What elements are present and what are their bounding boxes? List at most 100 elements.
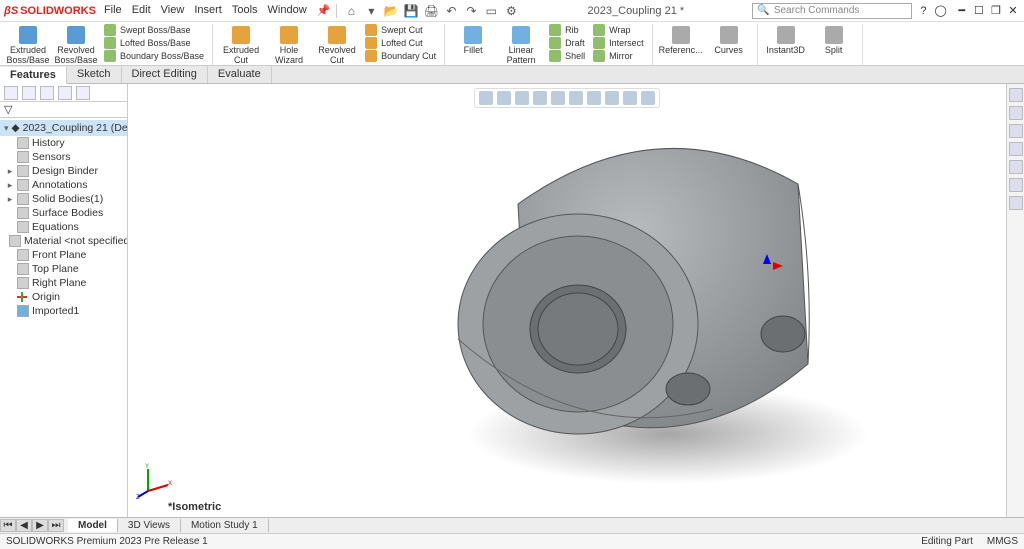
bottom-tab-3dviews[interactable]: 3D Views — [118, 519, 181, 532]
fm-tab-display-icon[interactable] — [76, 86, 90, 100]
home-icon[interactable]: ⌂ — [343, 3, 359, 19]
zoom-fit-icon[interactable] — [479, 91, 493, 105]
options-icon[interactable]: ⚙ — [503, 3, 519, 19]
nav-next-icon[interactable]: ▶ — [32, 519, 48, 532]
search-box[interactable]: 🔍 Search Commands — [752, 3, 912, 19]
section-view-icon[interactable] — [533, 91, 547, 105]
lofted-cut-button[interactable]: Lofted Cut — [365, 37, 436, 49]
tree-sensors[interactable]: Sensors — [0, 150, 127, 164]
status-units[interactable]: MMGS — [987, 536, 1018, 547]
undo-icon[interactable]: ↶ — [443, 3, 459, 19]
nav-first-icon[interactable]: ⏮ — [0, 519, 16, 532]
restore-icon[interactable]: ❐ — [989, 4, 1003, 17]
tree-right-plane[interactable]: Right Plane — [0, 276, 127, 290]
boundary-cut-button[interactable]: Boundary Cut — [365, 50, 436, 62]
reference-geom-button[interactable]: Referenc... — [657, 24, 705, 56]
bottom-tab-motion[interactable]: Motion Study 1 — [181, 519, 269, 532]
revolved-cut-button[interactable]: Revolved Cut — [313, 24, 361, 66]
rib-button[interactable]: Rib — [549, 24, 585, 36]
print-icon[interactable]: 🖨 — [423, 3, 439, 19]
menu-tools[interactable]: Tools — [232, 4, 258, 17]
select-icon[interactable]: ▭ — [483, 3, 499, 19]
scene-icon[interactable] — [623, 91, 637, 105]
nav-prev-icon[interactable]: ◀ — [16, 519, 32, 532]
mirror-button[interactable]: Mirror — [593, 50, 644, 62]
tree-history[interactable]: History — [0, 136, 127, 150]
tab-features[interactable]: Features — [0, 67, 67, 84]
draft-button[interactable]: Draft — [549, 37, 585, 49]
hide-show-icon[interactable] — [587, 91, 601, 105]
view-triad[interactable]: Y X Z — [136, 463, 172, 499]
wrap-button[interactable]: Wrap — [593, 24, 644, 36]
display-style-icon[interactable] — [569, 91, 583, 105]
linear-pattern-button[interactable]: Linear Pattern — [497, 24, 545, 66]
tree-root[interactable]: ▾◆2023_Coupling 21 (Default) << — [0, 120, 127, 136]
fm-tab-config-icon[interactable] — [40, 86, 54, 100]
taskpane-home-icon[interactable] — [1009, 88, 1023, 102]
revolved-boss-button[interactable]: Revolved Boss/Base — [52, 24, 100, 66]
tree-origin[interactable]: Origin — [0, 290, 127, 304]
split-button[interactable]: Split — [810, 24, 858, 56]
part-3d-model[interactable] — [428, 114, 888, 494]
fm-tab-tree-icon[interactable] — [4, 86, 18, 100]
view-orient-icon[interactable] — [551, 91, 565, 105]
tree-imported[interactable]: Imported1 — [0, 304, 127, 318]
shell-button[interactable]: Shell — [549, 50, 585, 62]
hole-wizard-button[interactable]: Hole Wizard — [265, 24, 313, 66]
draft-icon — [549, 37, 561, 49]
taskpane-library-icon[interactable] — [1009, 124, 1023, 138]
nav-last-icon[interactable]: ⏭ — [48, 519, 64, 532]
tree-top-plane[interactable]: Top Plane — [0, 262, 127, 276]
intersect-button[interactable]: Intersect — [593, 37, 644, 49]
tree-solid-bodies[interactable]: ▸Solid Bodies(1) — [0, 192, 127, 206]
taskpane-resources-icon[interactable] — [1009, 106, 1023, 120]
tab-direct-editing[interactable]: Direct Editing — [122, 66, 208, 83]
tab-evaluate[interactable]: Evaluate — [208, 66, 272, 83]
tree-annotations[interactable]: ▸Annotations — [0, 178, 127, 192]
curves-button[interactable]: Curves — [705, 24, 753, 56]
menu-file[interactable]: File — [104, 4, 122, 17]
menu-pin-icon[interactable]: 📌 — [317, 4, 331, 17]
swept-cut-button[interactable]: Swept Cut — [365, 24, 436, 36]
taskpane-appearance-icon[interactable] — [1009, 178, 1023, 192]
lofted-boss-button[interactable]: Lofted Boss/Base — [104, 37, 204, 49]
tree-design-binder[interactable]: ▸Design Binder — [0, 164, 127, 178]
extruded-cut-button[interactable]: Extruded Cut — [217, 24, 265, 66]
view-settings-icon[interactable] — [641, 91, 655, 105]
graphics-area[interactable]: Y X Z *Isometric — [128, 84, 1006, 517]
fm-tab-dim-icon[interactable] — [58, 86, 72, 100]
close-icon[interactable]: ✕ — [1006, 4, 1020, 17]
zoom-area-icon[interactable] — [497, 91, 511, 105]
tree-equations[interactable]: Equations — [0, 220, 127, 234]
menu-view[interactable]: View — [161, 4, 185, 17]
redo-icon[interactable]: ↷ — [463, 3, 479, 19]
tab-sketch[interactable]: Sketch — [67, 66, 122, 83]
swept-boss-button[interactable]: Swept Boss/Base — [104, 24, 204, 36]
prev-view-icon[interactable] — [515, 91, 529, 105]
filter-bar[interactable]: ▽ — [0, 102, 127, 118]
fillet-button[interactable]: Fillet — [449, 24, 497, 56]
new-icon[interactable]: ▾ — [363, 3, 379, 19]
open-icon[interactable]: 📂 — [383, 3, 399, 19]
tree-front-plane[interactable]: Front Plane — [0, 248, 127, 262]
menu-edit[interactable]: Edit — [132, 4, 151, 17]
taskpane-custom-icon[interactable] — [1009, 196, 1023, 210]
instant3d-button[interactable]: Instant3D — [762, 24, 810, 56]
bottom-tab-model[interactable]: Model — [68, 519, 118, 532]
taskpane-explorer-icon[interactable] — [1009, 142, 1023, 156]
origin-icon — [17, 291, 29, 303]
menu-window[interactable]: Window — [268, 4, 307, 17]
taskpane-view-icon[interactable] — [1009, 160, 1023, 174]
tree-surface-bodies[interactable]: Surface Bodies — [0, 206, 127, 220]
help-icon[interactable]: ? — [920, 5, 926, 17]
maximize-icon[interactable]: ☐ — [972, 4, 986, 17]
boundary-boss-button[interactable]: Boundary Boss/Base — [104, 50, 204, 62]
tree-material[interactable]: Material <not specified> — [0, 234, 127, 248]
fm-tab-property-icon[interactable] — [22, 86, 36, 100]
save-icon[interactable]: 💾 — [403, 3, 419, 19]
minimize-icon[interactable]: ━ — [955, 4, 969, 17]
user-icon[interactable]: ◯ — [935, 4, 947, 17]
appearance-icon[interactable] — [605, 91, 619, 105]
extruded-boss-button[interactable]: Extruded Boss/Base — [4, 24, 52, 66]
menu-insert[interactable]: Insert — [194, 4, 222, 17]
